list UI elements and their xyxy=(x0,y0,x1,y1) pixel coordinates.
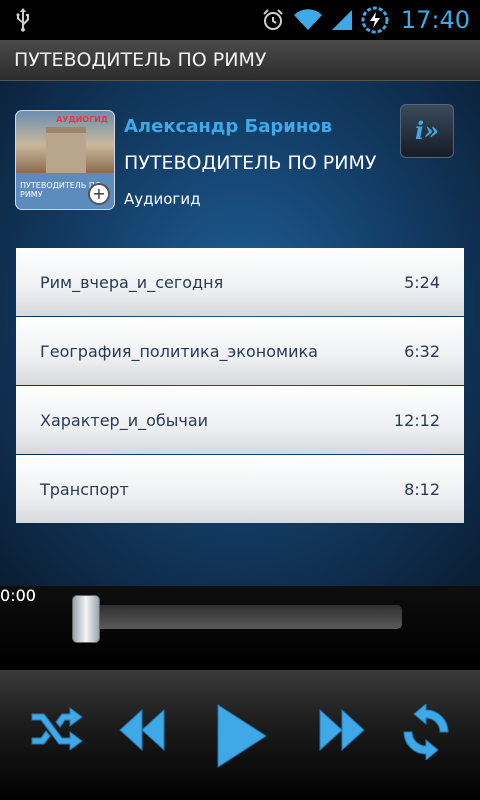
clock: 17:40 xyxy=(400,6,470,34)
play-icon[interactable] xyxy=(214,703,268,769)
shuffle-icon[interactable] xyxy=(28,702,84,750)
track-name: География_политика_экономика xyxy=(40,341,318,361)
fast-forward-icon[interactable] xyxy=(318,708,366,752)
usb-icon xyxy=(16,8,29,32)
track-duration: 12:12 xyxy=(393,410,440,430)
cover-brand: АУДИОГИД xyxy=(56,115,108,124)
page-title: ПУТЕВОДИТЕЛЬ ПО РИМУ xyxy=(14,49,267,71)
info-button[interactable]: i» xyxy=(400,104,454,158)
book-subtitle: Аудиогид xyxy=(124,190,201,208)
track-name: Транспорт xyxy=(40,479,129,499)
track-item[interactable]: Рим_вчера_и_сегодня 5:24 xyxy=(16,248,464,316)
track-duration: 5:24 xyxy=(404,272,440,292)
repeat-icon[interactable] xyxy=(400,704,452,760)
track-name: Рим_вчера_и_сегодня xyxy=(40,272,224,292)
info-icon: i» xyxy=(414,116,440,145)
zoom-icon[interactable]: + xyxy=(88,183,110,205)
wifi-icon xyxy=(293,9,322,31)
track-item[interactable]: Транспорт 8:12 xyxy=(16,455,464,523)
status-bar: 17:40 xyxy=(0,0,480,40)
book-title: ПУТЕВОДИТЕЛЬ ПО РИМУ xyxy=(124,152,377,174)
track-duration: 6:32 xyxy=(404,341,440,361)
track-name: Характер_и_обычаи xyxy=(40,410,209,430)
seek-thumb[interactable] xyxy=(72,595,100,643)
track-list: Рим_вчера_и_сегодня 5:24 География_полит… xyxy=(16,248,464,524)
title-bar: ПУТЕВОДИТЕЛЬ ПО РИМУ xyxy=(0,40,480,81)
battery-charging-icon xyxy=(361,6,389,34)
track-duration: 8:12 xyxy=(404,479,440,499)
signal-icon xyxy=(331,10,352,30)
total-time: 0:00 xyxy=(0,586,36,605)
book-cover[interactable]: АУДИОГИД ПУТЕВОДИТЕЛЬ ПО РИМУ + xyxy=(15,110,115,210)
alarm-icon xyxy=(263,9,283,30)
seek-bar[interactable] xyxy=(72,605,402,629)
track-item[interactable]: География_политика_экономика 6:32 xyxy=(16,317,464,385)
book-author: Александр Баринов xyxy=(124,116,333,137)
track-item[interactable]: Характер_и_обычаи 12:12 xyxy=(16,386,464,454)
rewind-icon[interactable] xyxy=(118,708,166,752)
